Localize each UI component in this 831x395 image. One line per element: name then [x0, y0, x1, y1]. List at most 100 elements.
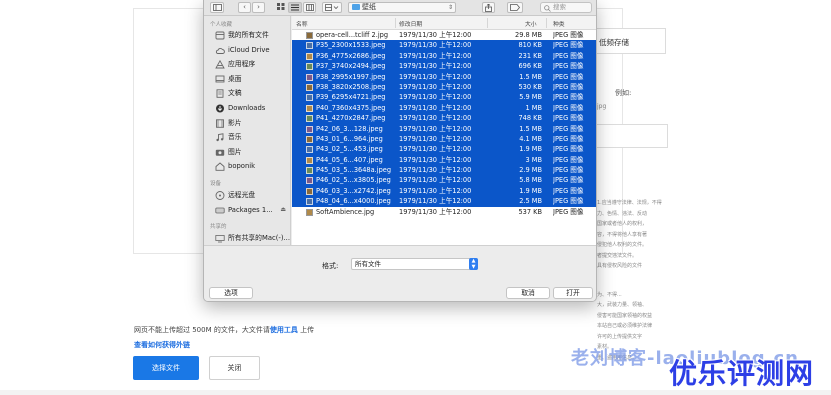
sidebar-item[interactable]: boponik [204, 159, 290, 174]
file-size: 4.1 MB [519, 134, 542, 143]
file-row[interactable]: P40_7360x4375.jpeg 1979/11/30 上午12:00 1 MB… [292, 102, 596, 114]
sidebar-item[interactable]: 所有共享的Mac(-)... [204, 231, 290, 245]
chevron-updown-icon: ⇕ [447, 4, 453, 11]
file-size: 2.5 MB [519, 197, 542, 206]
sidebar-item-label: 影片 [228, 118, 242, 127]
sidebar-item[interactable]: 文稿 [204, 86, 290, 101]
file-date: 1979/11/30 上午12:00 [399, 62, 472, 71]
image-file-icon [306, 167, 313, 175]
file-row[interactable]: P37_3740x2494.jpeg 1979/11/30 上午12:00 696 … [292, 61, 596, 72]
external-link-help[interactable]: 查看如何获得外链 [134, 340, 190, 350]
file-name: P46_03_3...x2742.jpeg [316, 186, 391, 195]
sidebar-item-label: 文稿 [228, 89, 242, 98]
file-name: P38_2995x1997.jpeg [316, 72, 386, 81]
file-row[interactable]: opera-cell...tcliff 2.jpg 1979/11/30 上午12… [292, 30, 596, 41]
file-row[interactable]: P38_2995x1997.jpeg 1979/11/30 上午12:00 1.5 … [292, 71, 596, 82]
shared-list: 所有共享的Mac(-)... [204, 231, 290, 245]
arrange-icon [325, 4, 339, 11]
file-row[interactable]: SoftAmbience.jpg 1979/11/30 上午12:00 537 KB… [292, 206, 596, 218]
file-row[interactable]: P46_02_5...x3805.jpeg 1979/11/30 上午12:00 5… [292, 175, 596, 186]
file-row[interactable]: P36_4775x2686.jpeg 1979/11/30 上午12:00 231 … [292, 50, 596, 62]
file-row[interactable]: P41_4270x2847.jpeg 1979/11/30 上午12:00 748 … [292, 113, 596, 124]
location-popup[interactable]: 壁纸 ⇕ [348, 2, 456, 13]
file-kind: JPEG 图像 [553, 176, 584, 185]
view-columns-button[interactable] [303, 2, 316, 13]
file-name: P39_6295x4721.jpeg [316, 93, 386, 102]
sidebar-item[interactable]: 图片 [204, 145, 290, 160]
file-kind: JPEG 图像 [553, 134, 584, 143]
sidebar-item[interactable]: 远程光盘 [204, 188, 290, 203]
arrange-menu-button[interactable] [322, 2, 342, 13]
view-list-button[interactable] [288, 2, 302, 13]
sidebar-section-favorites: 个人收藏 [210, 22, 233, 28]
low-frequency-storage-option[interactable]: 低频存储 [594, 28, 666, 54]
back-button[interactable]: ‹ [238, 2, 251, 13]
file-row[interactable]: P38_3820x2508.jpeg 1979/11/30 上午12:00 530 … [292, 81, 596, 93]
file-size: 5.8 MB [519, 176, 542, 185]
limit-text-suffix: 上传 [297, 326, 315, 334]
use-tool-link[interactable]: 使用工具 [270, 326, 298, 334]
file-name: P42_06_3...128.jpeg [316, 124, 383, 133]
column-name-header[interactable]: 名称 [296, 19, 308, 28]
choose-file-button[interactable]: 选择文件 [133, 356, 199, 380]
filename-input[interactable] [596, 124, 668, 148]
file-name: P41_4270x2847.jpeg [316, 114, 386, 123]
sidebar-item[interactable]: 影片 [204, 116, 290, 131]
file-row[interactable]: P44_05_6...407.jpeg 1979/11/30 上午12:00 3 M… [292, 154, 596, 166]
file-row[interactable]: P39_6295x4721.jpeg 1979/11/30 上午12:00 5.9 … [292, 92, 596, 103]
file-name: P36_4775x2686.jpeg [316, 51, 386, 60]
file-list-header: 名称 修改日期 大小 种类 [292, 16, 596, 30]
file-date: 1979/11/30 上午12:00 [399, 155, 472, 164]
view-icons-button[interactable] [274, 2, 287, 13]
note-line: 力、色情、违法、反动 [597, 210, 648, 217]
file-size: 231 KB [518, 51, 542, 60]
music-icon [215, 133, 225, 142]
column-kind-header[interactable]: 种类 [553, 19, 565, 28]
sidebar-item[interactable]: 应用程序 [204, 57, 290, 72]
disc-icon [215, 190, 225, 200]
close-button[interactable]: 关闭 [209, 356, 260, 380]
sidebar-item-label: 所有共享的Mac(-)... [228, 234, 290, 243]
file-row[interactable]: P43_01_6...964.jpeg 1979/11/30 上午12:00 4.1… [292, 133, 596, 145]
note-line: 大，武装力量、领袖、 [597, 302, 648, 308]
file-row[interactable]: P35_2300x1533.jpeg 1979/11/30 上午12:00 810 … [292, 40, 596, 51]
share-button[interactable] [482, 2, 495, 13]
eject-icon[interactable]: ⏏ [280, 203, 286, 218]
file-date: 1979/11/30 上午12:00 [399, 186, 472, 195]
column-date-header[interactable]: 修改日期 [399, 19, 422, 28]
file-size: 1.5 MB [519, 124, 542, 133]
sidebar-item[interactable]: Packages 1... ⏏ [204, 203, 290, 218]
image-file-icon [306, 73, 313, 81]
pictures-icon [215, 148, 225, 157]
file-size: 748 KB [518, 114, 542, 123]
file-row[interactable]: P48_04_6...x4000.jpeg 1979/11/30 上午12:00 2… [292, 196, 596, 207]
open-button[interactable]: 打开 [553, 287, 593, 299]
cancel-button[interactable]: 取消 [506, 287, 550, 299]
file-name: P45_03_5...3648a.jpeg [316, 166, 392, 175]
file-size: 696 KB [518, 62, 542, 71]
sidebar-item[interactable]: iCloud Drive [204, 43, 290, 58]
sidebar-item[interactable]: 我的所有文件 [204, 28, 290, 43]
file-row[interactable]: P46_03_3...x2742.jpeg 1979/11/30 上午12:00 1… [292, 185, 596, 197]
sidebar-toggle-button[interactable] [210, 2, 224, 13]
options-button[interactable]: 选项 [209, 287, 253, 299]
file-row[interactable]: P42_06_3...128.jpeg 1979/11/30 上午12:00 1.5… [292, 123, 596, 134]
column-size-header[interactable]: 大小 [525, 19, 537, 28]
format-select[interactable]: 所有文件 ▲ ▼ [351, 258, 478, 270]
file-row[interactable]: P43_02_5...453.jpeg 1979/11/30 上午12:00 1.9… [292, 144, 596, 155]
sidebar-item[interactable]: Downloads [204, 101, 290, 116]
tags-button[interactable] [507, 2, 523, 13]
forward-button[interactable]: › [252, 2, 265, 13]
file-row[interactable]: P45_03_5...3648a.jpeg 1979/11/30 上午12:00 2… [292, 165, 596, 176]
file-name: opera-cell...tcliff 2.jpg [316, 31, 389, 39]
cloud-icon [215, 46, 225, 55]
sidebar-item-label: iCloud Drive [228, 45, 270, 54]
search-field[interactable]: 搜索 [540, 2, 592, 13]
file-kind: JPEG 图像 [553, 31, 584, 39]
sidebar-item[interactable]: 音乐 [204, 130, 290, 145]
sidebar-item[interactable]: 桌面 [204, 72, 290, 87]
file-size: 1.9 MB [519, 145, 542, 154]
dialog-toolbar: ‹ › 壁纸 ⇕ 搜索 [204, 0, 596, 16]
file-kind: JPEG 图像 [553, 103, 584, 112]
file-date: 1979/11/30 上午12:00 [399, 166, 472, 175]
